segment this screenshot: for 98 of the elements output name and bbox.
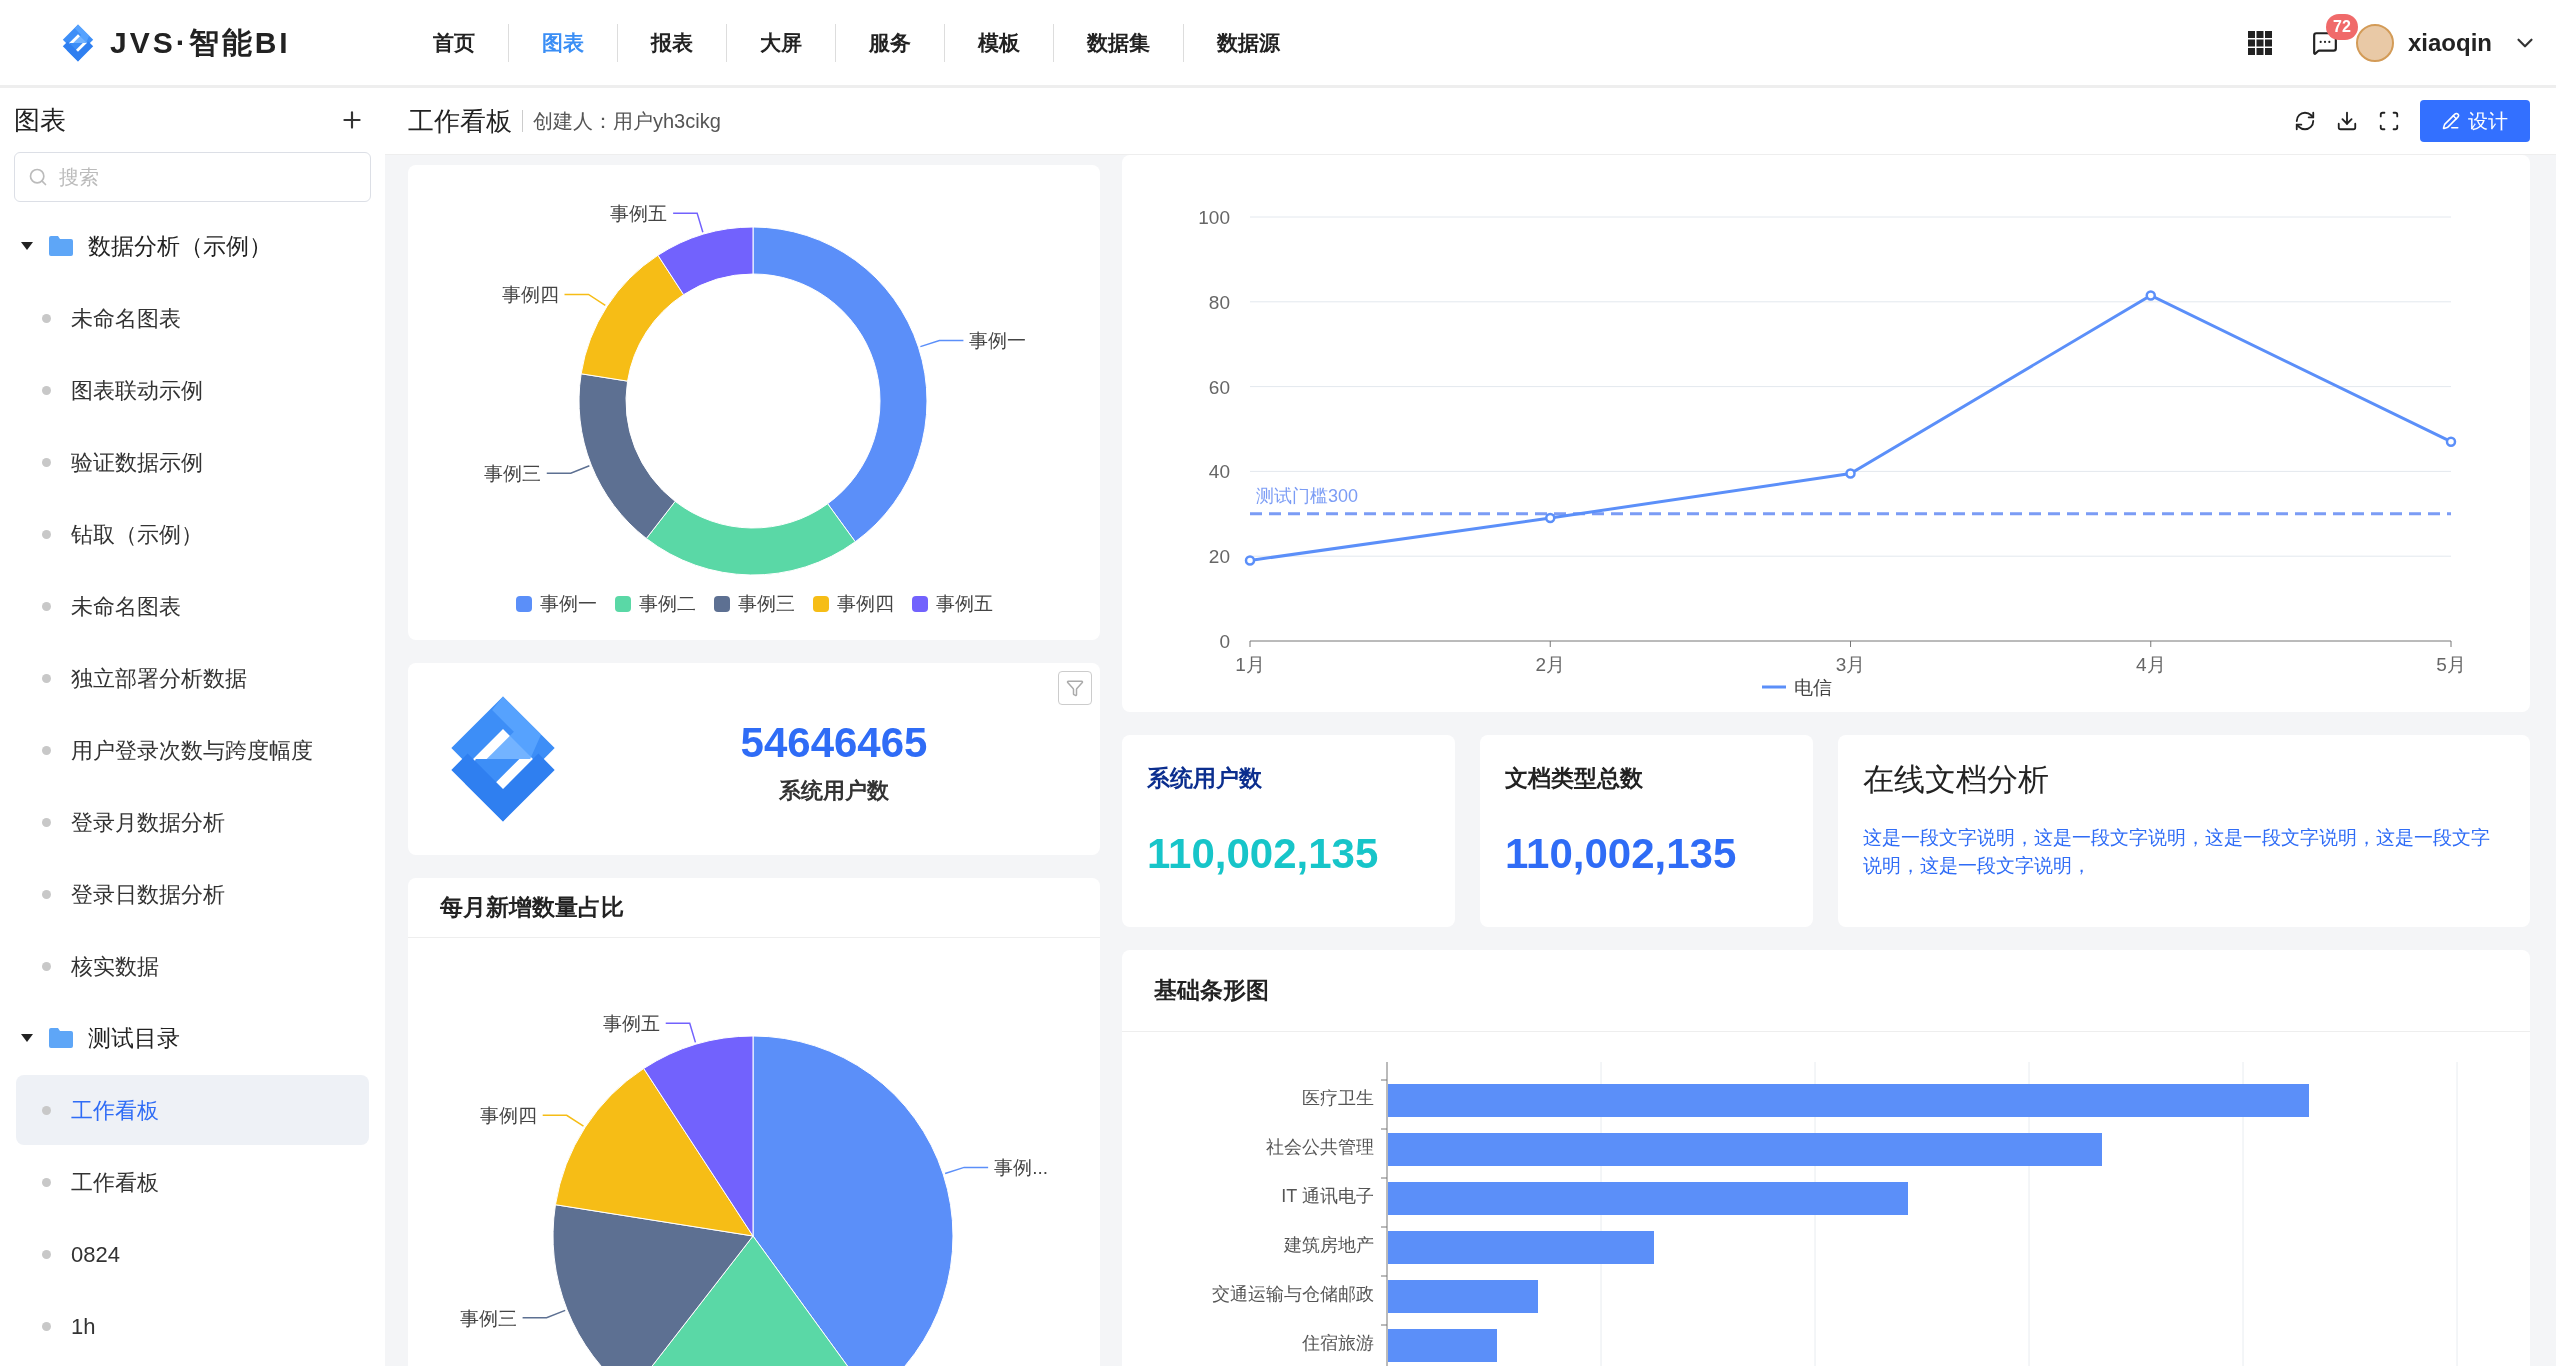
legend-label: 事例二 xyxy=(638,592,696,616)
axis-label: 交通运输与仓储邮政 xyxy=(1212,1284,1374,1304)
slice-label: 事例三 xyxy=(483,463,541,485)
nav-tab[interactable]: 数据集 xyxy=(1054,26,1183,59)
tree-item[interactable]: 未命名图表 xyxy=(16,571,369,641)
card-title: 基础条形图 xyxy=(1154,976,1269,1006)
axis-label: 1月 xyxy=(1235,654,1265,675)
axis-label: 3月 xyxy=(1835,654,1866,675)
leader-line xyxy=(546,465,591,474)
metric-value: 54646465 xyxy=(740,718,928,768)
username[interactable]: xiaoqin xyxy=(2408,24,2492,61)
tree-item[interactable]: 工作看板 xyxy=(16,1075,369,1145)
data-point xyxy=(2145,290,2156,301)
stat-value: 110,002,135 xyxy=(1505,828,1738,879)
tree-item[interactable]: 登录日数据分析 xyxy=(16,859,369,929)
notification-badge: 72 xyxy=(2326,13,2358,40)
tree-item[interactable]: 1h xyxy=(16,1291,369,1361)
download-icon[interactable] xyxy=(2336,110,2358,132)
nav-tab[interactable]: 大屏 xyxy=(727,26,835,59)
board-title: 工作看板 xyxy=(408,104,512,138)
data-point xyxy=(2445,436,2457,447)
slice-label: 事例五 xyxy=(602,1013,660,1035)
slice-label: 事例... xyxy=(994,1157,1048,1179)
folder-label: 数据分析（示例） xyxy=(88,231,272,261)
nav-tab[interactable]: 模板 xyxy=(945,26,1053,59)
stat-title: 文档类型总数 xyxy=(1505,764,1644,793)
leader-line xyxy=(521,1309,566,1319)
creator-label: 创建人：用户yh3cikg xyxy=(533,109,721,134)
axis-label: 40 xyxy=(1208,461,1230,483)
data-point xyxy=(1545,512,1556,524)
filter-icon xyxy=(1066,679,1084,697)
tree-item[interactable]: 核实数据 xyxy=(16,931,369,1001)
leader-line xyxy=(672,212,704,234)
nav-tab[interactable]: 服务 xyxy=(836,26,944,59)
data-point xyxy=(1845,468,1856,479)
stat-title: 在线文档分析 xyxy=(1863,761,2050,799)
nav-tab[interactable]: 首页 xyxy=(400,26,508,59)
folder-icon xyxy=(48,235,74,257)
slice-label: 事例五 xyxy=(610,203,668,225)
axis-label: 80 xyxy=(1208,291,1230,313)
axis-label: 建筑房地产 xyxy=(1284,1235,1374,1255)
tree-item[interactable]: 验证数据示例 xyxy=(16,427,369,497)
logo-text: JVS·智能BI xyxy=(110,25,291,61)
legend-label: 电信 xyxy=(1794,677,1832,698)
design-button[interactable]: 设计 xyxy=(2420,100,2530,142)
refresh-icon[interactable] xyxy=(2294,110,2316,132)
description: 这是一段文字说明，这是一段文字说明，这是一段文字说明，这是一段文字说明，这是一段文字说明， xyxy=(1863,825,2491,878)
nav-tab[interactable]: 报表 xyxy=(618,26,726,59)
slice-label: 事例四 xyxy=(479,1105,537,1127)
folder-item[interactable]: 数据分析（示例） xyxy=(0,210,385,282)
leader-line xyxy=(665,1022,697,1044)
legend-label: 事例一 xyxy=(539,592,597,616)
sidebar-title: 图表 xyxy=(14,103,66,137)
tree-item[interactable]: 登录月数据分析 xyxy=(16,787,369,857)
stat-title: 系统用户数 xyxy=(1147,764,1263,793)
leader-line xyxy=(541,1114,585,1127)
legend-label: 事例四 xyxy=(836,592,894,616)
folder-icon xyxy=(48,1027,74,1049)
axis-label: 0 xyxy=(1219,631,1230,652)
axis-label: 20 xyxy=(1208,546,1230,568)
tree-item[interactable]: 工作看板 xyxy=(16,1147,369,1217)
search-field[interactable]: 搜索 xyxy=(14,152,371,202)
leader-line xyxy=(563,293,607,307)
stat-value: 110,002,135 xyxy=(1147,828,1380,879)
slice-label: 事例三 xyxy=(459,1307,517,1329)
pencil-icon xyxy=(2442,112,2460,130)
tree-item[interactable]: 用户登录次数与跨度幅度 xyxy=(16,715,369,785)
axis-label: 社会公共管理 xyxy=(1266,1137,1374,1157)
axis-label: 住宿旅游 xyxy=(1302,1333,1374,1353)
legend-line xyxy=(1762,685,1786,689)
axis-label: IT 通讯电子 xyxy=(1281,1186,1374,1206)
apps-grid-icon[interactable] xyxy=(2248,30,2272,55)
threshold-label: 测试门槛300 xyxy=(1256,485,1359,506)
tree-item[interactable]: 图表联动示例 xyxy=(16,355,369,425)
metric-label: 系统用户数 xyxy=(779,777,889,805)
slice-label: 事例四 xyxy=(501,284,559,306)
tree-item[interactable]: 未命名图表 xyxy=(16,283,369,353)
data-point xyxy=(1244,555,1256,566)
leader-line xyxy=(919,339,965,348)
search-icon xyxy=(28,167,48,187)
leader-line xyxy=(944,1166,989,1175)
axis-label: 100 xyxy=(1198,207,1230,228)
tree-item[interactable]: 独立部署分析数据 xyxy=(16,643,369,713)
axis-label: 5月 xyxy=(2436,654,2466,675)
fullscreen-icon[interactable] xyxy=(2378,110,2400,132)
axis-label: 60 xyxy=(1208,376,1230,398)
tree-item[interactable]: 0824 xyxy=(16,1219,369,1289)
axis-label: 2月 xyxy=(1535,654,1566,675)
nav-tab[interactable]: 数据源 xyxy=(1184,26,1313,59)
axis-label: 医疗卫生 xyxy=(1302,1088,1374,1108)
axis-label: 4月 xyxy=(2135,654,2166,675)
legend-label: 事例三 xyxy=(737,592,795,616)
slice-label: 事例一 xyxy=(969,330,1027,352)
legend-label: 事例五 xyxy=(935,592,993,616)
card-title: 每月新增数量占比 xyxy=(440,893,624,923)
tree-item[interactable]: 钻取（示例） xyxy=(16,499,369,569)
folder-item[interactable]: 测试目录 xyxy=(0,1002,385,1074)
folder-label: 测试目录 xyxy=(88,1023,180,1053)
